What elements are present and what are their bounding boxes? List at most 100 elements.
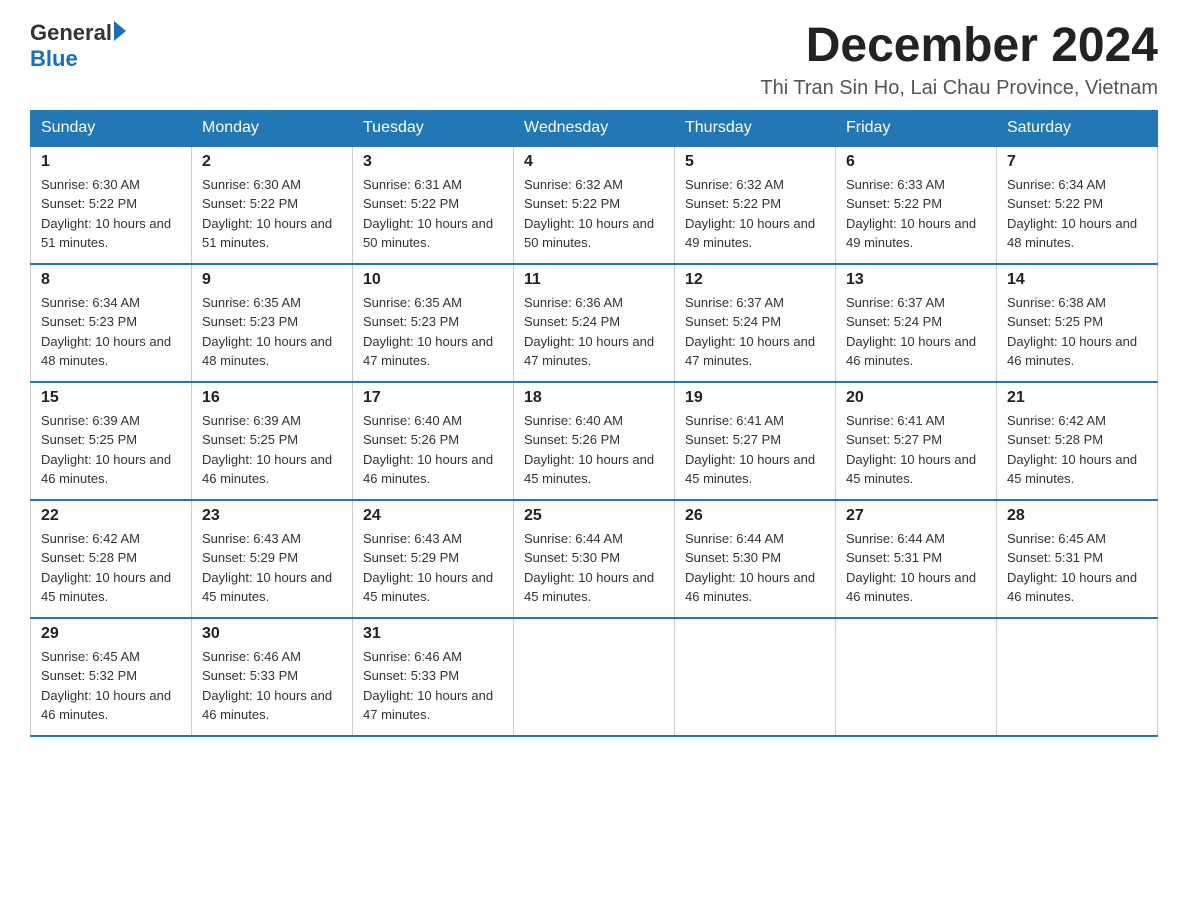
calendar-cell: 20 Sunrise: 6:41 AM Sunset: 5:27 PM Dayl… bbox=[836, 382, 997, 500]
calendar-week-row: 29 Sunrise: 6:45 AM Sunset: 5:32 PM Dayl… bbox=[31, 618, 1158, 736]
day-info: Sunrise: 6:31 AM Sunset: 5:22 PM Dayligh… bbox=[363, 175, 503, 253]
day-info: Sunrise: 6:42 AM Sunset: 5:28 PM Dayligh… bbox=[41, 529, 181, 607]
calendar-cell: 4 Sunrise: 6:32 AM Sunset: 5:22 PM Dayli… bbox=[514, 146, 675, 264]
day-info: Sunrise: 6:40 AM Sunset: 5:26 PM Dayligh… bbox=[524, 411, 664, 489]
calendar-cell: 12 Sunrise: 6:37 AM Sunset: 5:24 PM Dayl… bbox=[675, 264, 836, 382]
day-info: Sunrise: 6:42 AM Sunset: 5:28 PM Dayligh… bbox=[1007, 411, 1147, 489]
calendar-header-wednesday: Wednesday bbox=[514, 110, 675, 146]
day-number: 2 bbox=[202, 153, 342, 171]
month-title: December 2024 bbox=[760, 20, 1158, 73]
day-info: Sunrise: 6:45 AM Sunset: 5:31 PM Dayligh… bbox=[1007, 529, 1147, 607]
day-number: 31 bbox=[363, 625, 503, 643]
calendar-cell: 10 Sunrise: 6:35 AM Sunset: 5:23 PM Dayl… bbox=[353, 264, 514, 382]
day-number: 4 bbox=[524, 153, 664, 171]
day-info: Sunrise: 6:36 AM Sunset: 5:24 PM Dayligh… bbox=[524, 293, 664, 371]
logo: General Blue bbox=[30, 20, 126, 72]
calendar-week-row: 8 Sunrise: 6:34 AM Sunset: 5:23 PM Dayli… bbox=[31, 264, 1158, 382]
day-number: 24 bbox=[363, 507, 503, 525]
calendar-cell: 6 Sunrise: 6:33 AM Sunset: 5:22 PM Dayli… bbox=[836, 146, 997, 264]
day-info: Sunrise: 6:30 AM Sunset: 5:22 PM Dayligh… bbox=[41, 175, 181, 253]
day-number: 21 bbox=[1007, 389, 1147, 407]
day-info: Sunrise: 6:38 AM Sunset: 5:25 PM Dayligh… bbox=[1007, 293, 1147, 371]
calendar-cell: 24 Sunrise: 6:43 AM Sunset: 5:29 PM Dayl… bbox=[353, 500, 514, 618]
day-info: Sunrise: 6:41 AM Sunset: 5:27 PM Dayligh… bbox=[685, 411, 825, 489]
calendar-cell: 19 Sunrise: 6:41 AM Sunset: 5:27 PM Dayl… bbox=[675, 382, 836, 500]
calendar-cell: 13 Sunrise: 6:37 AM Sunset: 5:24 PM Dayl… bbox=[836, 264, 997, 382]
day-info: Sunrise: 6:34 AM Sunset: 5:23 PM Dayligh… bbox=[41, 293, 181, 371]
day-info: Sunrise: 6:37 AM Sunset: 5:24 PM Dayligh… bbox=[846, 293, 986, 371]
day-number: 18 bbox=[524, 389, 664, 407]
calendar-header-tuesday: Tuesday bbox=[353, 110, 514, 146]
day-number: 1 bbox=[41, 153, 181, 171]
day-info: Sunrise: 6:32 AM Sunset: 5:22 PM Dayligh… bbox=[524, 175, 664, 253]
day-number: 30 bbox=[202, 625, 342, 643]
calendar-cell bbox=[514, 618, 675, 736]
calendar-header-monday: Monday bbox=[192, 110, 353, 146]
day-info: Sunrise: 6:44 AM Sunset: 5:30 PM Dayligh… bbox=[524, 529, 664, 607]
calendar-cell: 1 Sunrise: 6:30 AM Sunset: 5:22 PM Dayli… bbox=[31, 146, 192, 264]
logo-blue-text: Blue bbox=[30, 46, 126, 72]
calendar-cell: 18 Sunrise: 6:40 AM Sunset: 5:26 PM Dayl… bbox=[514, 382, 675, 500]
day-number: 22 bbox=[41, 507, 181, 525]
day-number: 19 bbox=[685, 389, 825, 407]
day-info: Sunrise: 6:39 AM Sunset: 5:25 PM Dayligh… bbox=[202, 411, 342, 489]
logo-arrow-icon bbox=[114, 21, 126, 41]
calendar-cell: 22 Sunrise: 6:42 AM Sunset: 5:28 PM Dayl… bbox=[31, 500, 192, 618]
day-number: 13 bbox=[846, 271, 986, 289]
calendar-cell: 2 Sunrise: 6:30 AM Sunset: 5:22 PM Dayli… bbox=[192, 146, 353, 264]
day-info: Sunrise: 6:41 AM Sunset: 5:27 PM Dayligh… bbox=[846, 411, 986, 489]
calendar-cell bbox=[675, 618, 836, 736]
day-number: 28 bbox=[1007, 507, 1147, 525]
location-title: Thi Tran Sin Ho, Lai Chau Province, Viet… bbox=[760, 77, 1158, 100]
calendar-table: SundayMondayTuesdayWednesdayThursdayFrid… bbox=[30, 110, 1158, 737]
calendar-cell: 31 Sunrise: 6:46 AM Sunset: 5:33 PM Dayl… bbox=[353, 618, 514, 736]
calendar-header-thursday: Thursday bbox=[675, 110, 836, 146]
day-number: 8 bbox=[41, 271, 181, 289]
calendar-cell: 7 Sunrise: 6:34 AM Sunset: 5:22 PM Dayli… bbox=[997, 146, 1158, 264]
day-info: Sunrise: 6:35 AM Sunset: 5:23 PM Dayligh… bbox=[363, 293, 503, 371]
day-number: 23 bbox=[202, 507, 342, 525]
page-header: General Blue December 2024 Thi Tran Sin … bbox=[30, 20, 1158, 100]
day-info: Sunrise: 6:30 AM Sunset: 5:22 PM Dayligh… bbox=[202, 175, 342, 253]
day-number: 25 bbox=[524, 507, 664, 525]
calendar-cell: 14 Sunrise: 6:38 AM Sunset: 5:25 PM Dayl… bbox=[997, 264, 1158, 382]
calendar-cell bbox=[836, 618, 997, 736]
calendar-cell: 21 Sunrise: 6:42 AM Sunset: 5:28 PM Dayl… bbox=[997, 382, 1158, 500]
calendar-cell: 30 Sunrise: 6:46 AM Sunset: 5:33 PM Dayl… bbox=[192, 618, 353, 736]
day-number: 15 bbox=[41, 389, 181, 407]
calendar-header-friday: Friday bbox=[836, 110, 997, 146]
calendar-cell: 25 Sunrise: 6:44 AM Sunset: 5:30 PM Dayl… bbox=[514, 500, 675, 618]
calendar-cell: 5 Sunrise: 6:32 AM Sunset: 5:22 PM Dayli… bbox=[675, 146, 836, 264]
title-area: December 2024 Thi Tran Sin Ho, Lai Chau … bbox=[760, 20, 1158, 100]
calendar-cell: 27 Sunrise: 6:44 AM Sunset: 5:31 PM Dayl… bbox=[836, 500, 997, 618]
day-number: 7 bbox=[1007, 153, 1147, 171]
day-number: 3 bbox=[363, 153, 503, 171]
day-info: Sunrise: 6:37 AM Sunset: 5:24 PM Dayligh… bbox=[685, 293, 825, 371]
day-info: Sunrise: 6:44 AM Sunset: 5:31 PM Dayligh… bbox=[846, 529, 986, 607]
day-info: Sunrise: 6:46 AM Sunset: 5:33 PM Dayligh… bbox=[202, 647, 342, 725]
day-number: 16 bbox=[202, 389, 342, 407]
day-info: Sunrise: 6:32 AM Sunset: 5:22 PM Dayligh… bbox=[685, 175, 825, 253]
calendar-cell: 17 Sunrise: 6:40 AM Sunset: 5:26 PM Dayl… bbox=[353, 382, 514, 500]
day-info: Sunrise: 6:35 AM Sunset: 5:23 PM Dayligh… bbox=[202, 293, 342, 371]
day-info: Sunrise: 6:43 AM Sunset: 5:29 PM Dayligh… bbox=[202, 529, 342, 607]
day-number: 14 bbox=[1007, 271, 1147, 289]
day-info: Sunrise: 6:43 AM Sunset: 5:29 PM Dayligh… bbox=[363, 529, 503, 607]
calendar-cell: 29 Sunrise: 6:45 AM Sunset: 5:32 PM Dayl… bbox=[31, 618, 192, 736]
day-number: 17 bbox=[363, 389, 503, 407]
calendar-header-saturday: Saturday bbox=[997, 110, 1158, 146]
day-info: Sunrise: 6:44 AM Sunset: 5:30 PM Dayligh… bbox=[685, 529, 825, 607]
calendar-cell: 15 Sunrise: 6:39 AM Sunset: 5:25 PM Dayl… bbox=[31, 382, 192, 500]
calendar-cell: 9 Sunrise: 6:35 AM Sunset: 5:23 PM Dayli… bbox=[192, 264, 353, 382]
day-number: 12 bbox=[685, 271, 825, 289]
day-number: 6 bbox=[846, 153, 986, 171]
day-number: 11 bbox=[524, 271, 664, 289]
calendar-header-row: SundayMondayTuesdayWednesdayThursdayFrid… bbox=[31, 110, 1158, 146]
calendar-week-row: 15 Sunrise: 6:39 AM Sunset: 5:25 PM Dayl… bbox=[31, 382, 1158, 500]
day-number: 27 bbox=[846, 507, 986, 525]
calendar-cell: 28 Sunrise: 6:45 AM Sunset: 5:31 PM Dayl… bbox=[997, 500, 1158, 618]
day-info: Sunrise: 6:39 AM Sunset: 5:25 PM Dayligh… bbox=[41, 411, 181, 489]
day-number: 20 bbox=[846, 389, 986, 407]
calendar-cell: 3 Sunrise: 6:31 AM Sunset: 5:22 PM Dayli… bbox=[353, 146, 514, 264]
day-info: Sunrise: 6:33 AM Sunset: 5:22 PM Dayligh… bbox=[846, 175, 986, 253]
